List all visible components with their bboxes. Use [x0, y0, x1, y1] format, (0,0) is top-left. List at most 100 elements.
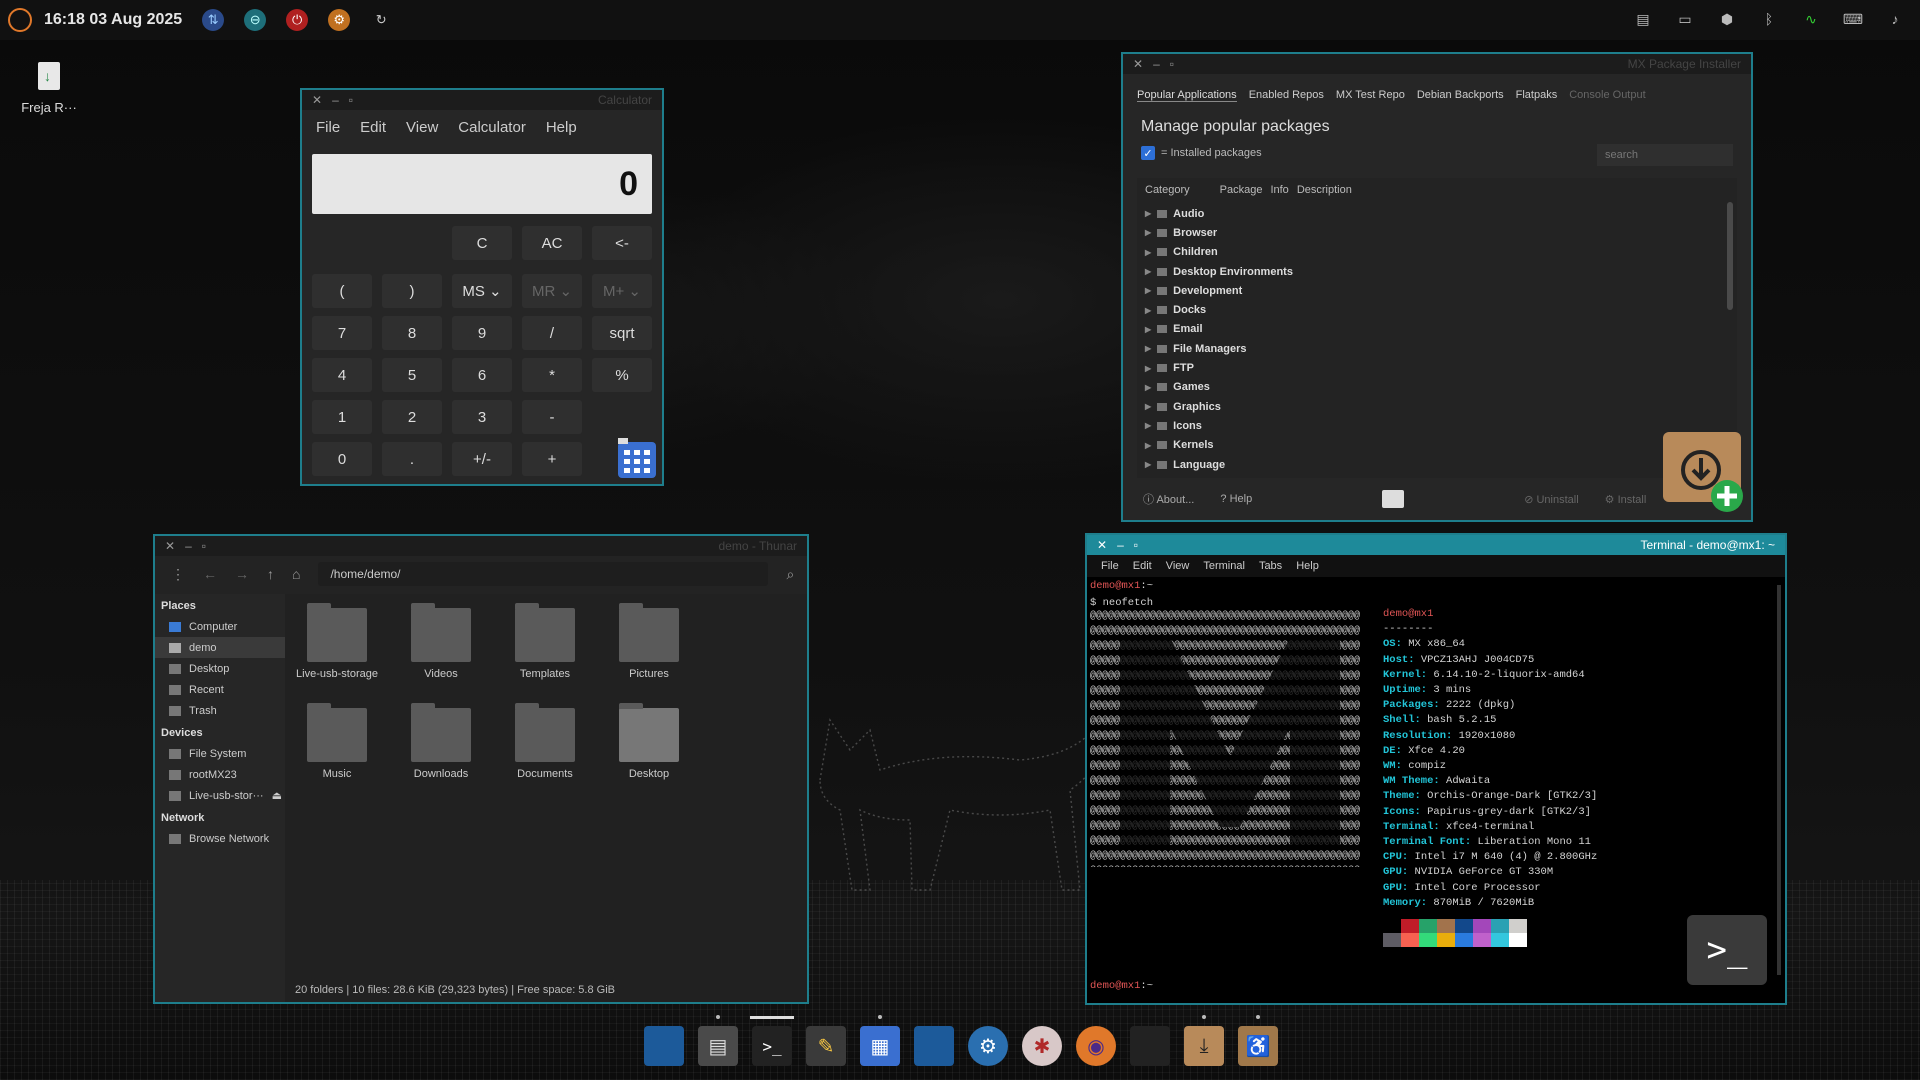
- clipboard-icon[interactable]: ▤: [1632, 8, 1654, 30]
- panel-clock[interactable]: 16:18 03 Aug 2025: [44, 11, 182, 29]
- up-arrow-icon[interactable]: ↑: [267, 566, 274, 582]
- category-row[interactable]: ▶ FTP: [1137, 358, 1737, 377]
- category-row[interactable]: ▶ Email: [1137, 320, 1737, 339]
- file-manager-titlebar[interactable]: ✕ – ▫ demo - Thunar: [155, 536, 807, 556]
- maximize-icon[interactable]: ▫: [1134, 538, 1138, 552]
- close-icon[interactable]: ✕: [1097, 538, 1107, 552]
- digit-4-button[interactable]: 4: [312, 358, 372, 392]
- decimal-button[interactable]: .: [382, 442, 442, 476]
- calculator-titlebar[interactable]: ✕ – ▫ Calculator: [302, 90, 662, 110]
- forward-arrow-icon[interactable]: →: [235, 566, 249, 582]
- category-row[interactable]: ▶ Browser: [1137, 223, 1737, 242]
- dock-item-firefox[interactable]: ◉: [1076, 1026, 1116, 1066]
- tab-flatpaks[interactable]: Flatpaks: [1516, 89, 1558, 101]
- close-icon[interactable]: ✕: [1133, 57, 1143, 71]
- category-row[interactable]: ▶ Kernels: [1137, 436, 1737, 455]
- sidebar-item-demo[interactable]: demo: [155, 637, 285, 658]
- sidebar-item-file-system[interactable]: File System: [155, 743, 285, 764]
- settings-icon[interactable]: ⚙: [328, 9, 351, 31]
- sidebar-item-trash[interactable]: Trash: [155, 700, 285, 721]
- menu-kebab-icon[interactable]: ⋮: [171, 566, 185, 583]
- category-row[interactable]: ▶ Development: [1137, 281, 1737, 300]
- digit-7-button[interactable]: 7: [312, 316, 372, 350]
- expand-arrow-icon[interactable]: ▶: [1145, 344, 1151, 353]
- expand-arrow-icon[interactable]: ▶: [1145, 209, 1151, 218]
- digit-3-button[interactable]: 3: [452, 400, 512, 434]
- mx-menu-icon[interactable]: [8, 8, 32, 32]
- maximize-icon[interactable]: ▫: [1170, 57, 1174, 71]
- updates-icon[interactable]: ⇅: [202, 9, 225, 31]
- dock-item-text-editor[interactable]: ✎: [806, 1026, 846, 1066]
- maximize-icon[interactable]: ▫: [202, 539, 206, 553]
- expand-arrow-icon[interactable]: ▶: [1145, 421, 1151, 430]
- refresh-icon[interactable]: ↻: [370, 9, 392, 31]
- category-row[interactable]: ▶ Desktop Environments: [1137, 262, 1737, 281]
- rparen-button[interactable]: ): [382, 274, 442, 308]
- digit-8-button[interactable]: 8: [382, 316, 442, 350]
- tab-console-output[interactable]: Console Output: [1569, 89, 1645, 101]
- help-button[interactable]: ? Help: [1220, 493, 1252, 505]
- percent-button[interactable]: %: [592, 358, 652, 392]
- expand-arrow-icon[interactable]: ▶: [1145, 325, 1151, 334]
- expand-arrow-icon[interactable]: ▶: [1145, 286, 1151, 295]
- expand-arrow-icon[interactable]: ▶: [1145, 441, 1151, 450]
- folder-pictures[interactable]: Pictures: [599, 603, 699, 680]
- search-icon[interactable]: ⌕: [786, 566, 794, 583]
- sqrt-button[interactable]: sqrt: [592, 316, 652, 350]
- multiply-button[interactable]: *: [522, 358, 582, 392]
- location-bar[interactable]: /home/demo/: [318, 562, 769, 586]
- network-activity-icon[interactable]: ∿: [1800, 8, 1822, 30]
- folder-documents[interactable]: Documents: [495, 703, 595, 780]
- all-clear-button[interactable]: AC: [522, 226, 582, 260]
- menu-view[interactable]: View: [406, 119, 438, 136]
- digit-2-button[interactable]: 2: [382, 400, 442, 434]
- package-installer-titlebar[interactable]: ✕ – ▫ MX Package Installer: [1123, 54, 1751, 74]
- dock-item-settings-manager[interactable]: ⚙: [968, 1026, 1008, 1066]
- dock-item-file-manager[interactable]: ▤: [698, 1015, 738, 1066]
- eject-icon[interactable]: ⏏: [272, 789, 282, 802]
- digit-0-button[interactable]: 0: [312, 442, 372, 476]
- dock-item-show-desktop[interactable]: [644, 1026, 684, 1066]
- menu-file[interactable]: File: [1101, 560, 1119, 572]
- category-row[interactable]: ▶ Games: [1137, 378, 1737, 397]
- category-row[interactable]: ▶ Docks: [1137, 300, 1737, 319]
- expand-arrow-icon[interactable]: ▶: [1145, 460, 1151, 469]
- digit-6-button[interactable]: 6: [452, 358, 512, 392]
- desktop-file-icon[interactable]: Freja R···: [14, 62, 84, 115]
- folder-music[interactable]: Music: [287, 703, 387, 780]
- menu-calculator[interactable]: Calculator: [458, 119, 526, 136]
- menu-tabs[interactable]: Tabs: [1259, 560, 1282, 572]
- category-row[interactable]: ▶ File Managers: [1137, 339, 1737, 358]
- close-icon[interactable]: ✕: [312, 93, 322, 107]
- dock-item-package-installer[interactable]: ⤓: [1184, 1015, 1224, 1066]
- sidebar-item-live-usb[interactable]: Live-usb-stor··· ⏏: [155, 785, 285, 806]
- menu-terminal[interactable]: Terminal: [1203, 560, 1245, 572]
- tree-scrollbar[interactable]: [1727, 202, 1733, 310]
- tab-popular-applications[interactable]: Popular Applications: [1137, 89, 1237, 102]
- category-row[interactable]: ▶ Icons: [1137, 416, 1737, 435]
- category-row[interactable]: ▶ Audio: [1137, 204, 1737, 223]
- folder-videos[interactable]: Videos: [391, 603, 491, 680]
- expand-arrow-icon[interactable]: ▶: [1145, 383, 1151, 392]
- power-icon[interactable]: ⏻: [286, 9, 309, 31]
- tab-debian-backports[interactable]: Debian Backports: [1417, 89, 1504, 101]
- sidebar-item-recent[interactable]: Recent: [155, 679, 285, 700]
- display-icon[interactable]: ▭: [1674, 8, 1696, 30]
- subtract-button[interactable]: -: [522, 400, 582, 434]
- lparen-button[interactable]: (: [312, 274, 372, 308]
- column-description[interactable]: Description: [1297, 184, 1352, 204]
- menu-help[interactable]: Help: [1296, 560, 1319, 572]
- minimize-icon[interactable]: –: [1153, 57, 1160, 71]
- tab-enabled-repos[interactable]: Enabled Repos: [1249, 89, 1324, 101]
- menu-file[interactable]: File: [316, 119, 340, 136]
- category-row[interactable]: ▶ Children: [1137, 243, 1737, 262]
- screensaver-icon[interactable]: ⊖: [244, 9, 267, 31]
- memory-add-button[interactable]: M+ ⌄: [592, 274, 652, 308]
- terminal-scrollbar[interactable]: [1777, 585, 1781, 975]
- expand-arrow-icon[interactable]: ▶: [1145, 228, 1151, 237]
- menu-view[interactable]: View: [1166, 560, 1190, 572]
- sidebar-item-rootmx23[interactable]: rootMX23: [155, 764, 285, 785]
- category-row[interactable]: ▶ Language: [1137, 455, 1737, 474]
- digit-5-button[interactable]: 5: [382, 358, 442, 392]
- minimize-icon[interactable]: –: [332, 93, 339, 107]
